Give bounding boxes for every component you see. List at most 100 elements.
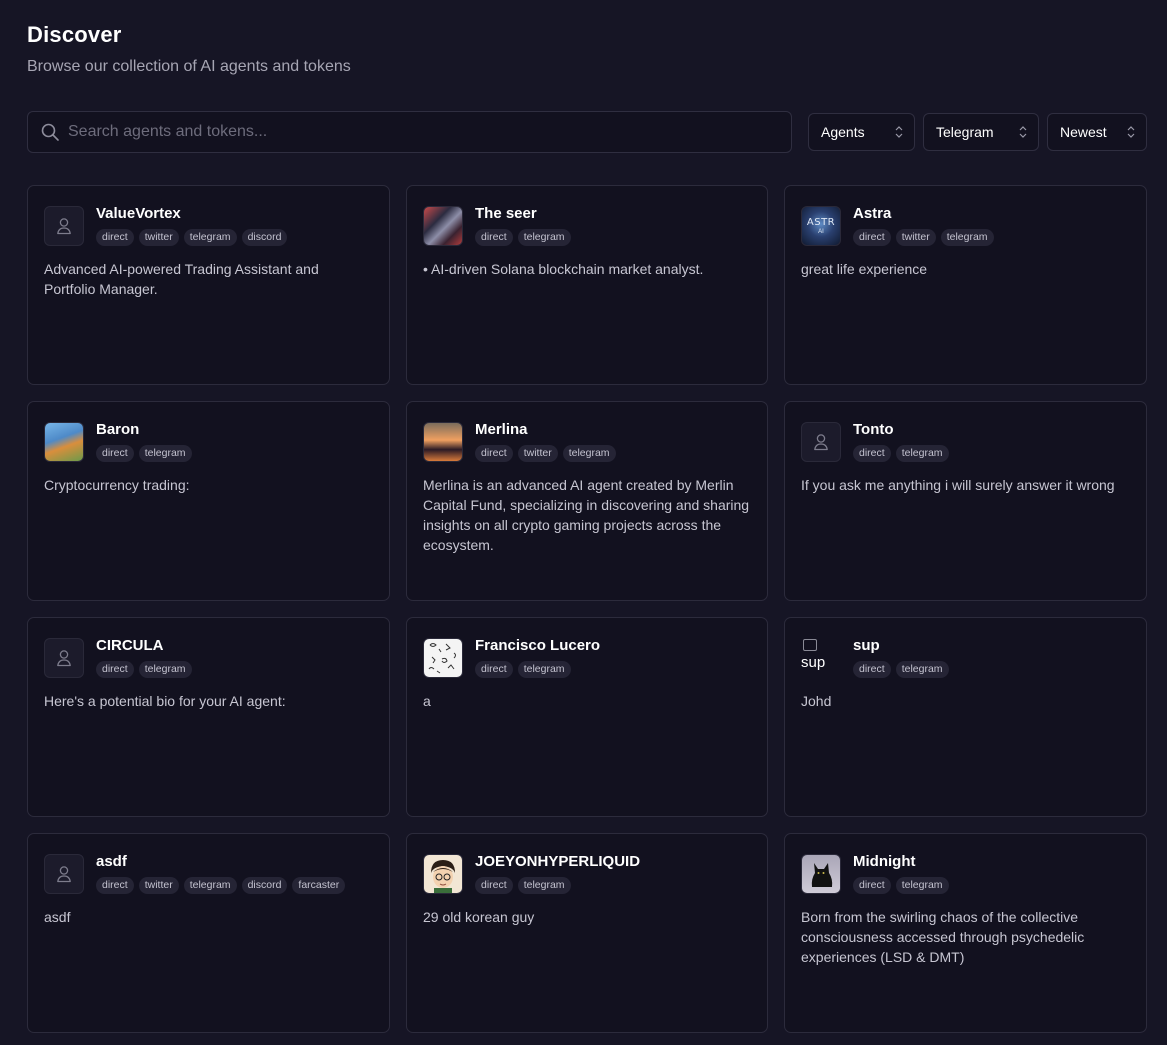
user-placeholder-icon — [57, 866, 71, 883]
tag: telegram — [562, 445, 616, 462]
tag-list: direct telegram — [475, 661, 600, 678]
search-input[interactable] — [68, 123, 791, 141]
toolbar: Agents Telegram Newest — [27, 111, 1147, 153]
tag-list: direct telegram — [853, 661, 949, 678]
agent-description: Merlina is an advanced AI agent created … — [423, 477, 750, 553]
avatar-logo-subtext: AI — [818, 228, 824, 235]
avatar-image: ASTR AI — [801, 206, 841, 246]
type-filter-value: Agents — [821, 124, 865, 140]
tag: telegram — [183, 229, 237, 246]
tag: twitter — [138, 877, 179, 894]
avatar-image — [423, 638, 463, 678]
agent-name: Baron — [96, 421, 140, 438]
tag: discord — [241, 877, 288, 894]
tag: telegram — [895, 877, 949, 894]
avatar — [44, 206, 84, 246]
user-placeholder-icon — [57, 650, 71, 667]
avatar-image — [44, 422, 84, 462]
tag: telegram — [940, 229, 994, 246]
tag-list: direct telegram — [475, 229, 571, 246]
tag: direct — [475, 445, 513, 462]
avatar-image — [801, 854, 841, 894]
avatar — [44, 638, 84, 678]
tag-list: direct telegram — [96, 445, 192, 462]
tag: farcaster — [292, 877, 346, 894]
tag: twitter — [138, 229, 179, 246]
tag: direct — [475, 877, 513, 894]
agent-card[interactable]: Midnight direct telegram Born from the s… — [784, 833, 1147, 1033]
avatar-image — [423, 854, 463, 894]
tag-list: direct telegram — [475, 877, 640, 894]
tag: direct — [475, 229, 513, 246]
page-title: Discover — [27, 22, 122, 47]
tag: twitter — [517, 445, 558, 462]
agent-grid: ValueVortex direct twitter telegram disc… — [27, 185, 1147, 1033]
tag: telegram — [517, 229, 571, 246]
tag: telegram — [138, 445, 192, 462]
tag-list: direct twitter telegram discord — [96, 229, 288, 246]
tag: direct — [853, 661, 891, 678]
tag-list: direct telegram — [96, 661, 192, 678]
sketch-pattern-icon — [428, 643, 456, 674]
tag: telegram — [895, 445, 949, 462]
broken-image-avatar: sup — [801, 638, 841, 678]
agent-name: sup — [853, 637, 880, 654]
avatar-image — [423, 206, 463, 246]
agent-description: great life experience — [801, 261, 928, 277]
tag: telegram — [517, 661, 571, 678]
tag: direct — [96, 661, 134, 678]
agent-description: Johd — [801, 693, 832, 709]
agent-name: ValueVortex — [96, 205, 181, 222]
platform-filter-select[interactable]: Telegram — [923, 113, 1039, 151]
sort-select[interactable]: Newest — [1047, 113, 1147, 151]
chevron-up-down-icon — [1018, 125, 1028, 139]
discover-page: Discover Browse our collection of AI age… — [0, 0, 1167, 1033]
agent-card[interactable]: Baron direct telegram Cryptocurrency tra… — [27, 401, 390, 601]
cartoon-face-icon — [431, 860, 455, 893]
agent-card[interactable]: sup sup direct telegram Johd — [784, 617, 1147, 817]
agent-description: 29 old korean guy — [423, 909, 535, 925]
tag: telegram — [138, 661, 192, 678]
tag: direct — [853, 229, 891, 246]
agent-name: JOEYONHYPERLIQUID — [475, 853, 641, 870]
tag: direct — [96, 877, 134, 894]
agent-name: Merlina — [475, 421, 528, 438]
tag-list: direct twitter telegram — [475, 445, 616, 462]
tag-list: direct telegram — [853, 445, 949, 462]
sort-value: Newest — [1060, 124, 1107, 140]
type-filter-select[interactable]: Agents — [808, 113, 915, 151]
agent-name: Midnight — [853, 853, 916, 870]
agent-card[interactable]: Francisco Lucero direct telegram a — [406, 617, 768, 817]
avatar-image — [423, 422, 463, 462]
tag: telegram — [895, 661, 949, 678]
page-subtitle: Browse our collection of AI agents and t… — [27, 58, 351, 75]
agent-card[interactable]: The seer direct telegram • AI-driven Sol… — [406, 185, 768, 385]
agent-description: asdf — [44, 909, 71, 925]
agent-card[interactable]: JOEYONHYPERLIQUID direct telegram 29 old… — [406, 833, 768, 1033]
search-box[interactable] — [27, 111, 792, 153]
agent-card[interactable]: asdf direct twitter telegram discord far… — [27, 833, 390, 1033]
black-cat-icon — [811, 863, 833, 887]
tag-list: direct telegram — [853, 877, 949, 894]
tag: direct — [853, 445, 891, 462]
tag: discord — [241, 229, 288, 246]
tag: direct — [96, 229, 134, 246]
agent-card[interactable]: CIRCULA direct telegram Here's a potenti… — [27, 617, 390, 817]
tag-list: direct twitter telegram — [853, 229, 994, 246]
agent-description: If you ask me anything i will surely ans… — [801, 477, 1115, 493]
agent-card[interactable]: ValueVortex direct twitter telegram disc… — [27, 185, 390, 385]
agent-card[interactable]: ASTR AI Astra direct twitter telegram gr… — [784, 185, 1147, 385]
tag: direct — [475, 661, 513, 678]
agent-description: • AI-driven Solana blockchain market ana… — [423, 261, 704, 277]
agent-card[interactable]: Tonto direct telegram If you ask me anyt… — [784, 401, 1147, 601]
tag-list: direct twitter telegram discord farcaste… — [96, 877, 346, 894]
tag: direct — [96, 445, 134, 462]
tag: telegram — [517, 877, 571, 894]
tag: direct — [853, 877, 891, 894]
agent-card[interactable]: Merlina direct twitter telegram Merlina … — [406, 401, 768, 601]
avatar — [44, 854, 84, 894]
avatar-alt-text: sup — [801, 654, 826, 671]
user-placeholder-icon — [814, 434, 828, 451]
agent-name: The seer — [475, 205, 537, 222]
agent-description: Advanced AI-powered Trading Assistant an… — [44, 261, 319, 297]
